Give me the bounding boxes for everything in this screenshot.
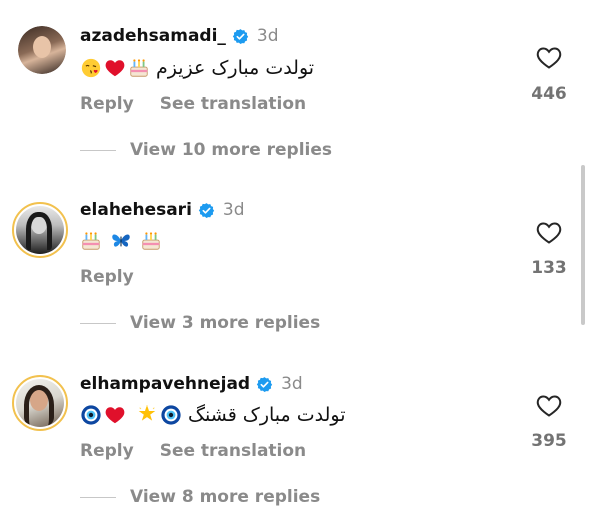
verified-badge-icon: [256, 376, 273, 393]
birthday-cake-icon: [80, 230, 102, 252]
like-count[interactable]: 133: [520, 258, 578, 278]
avatar[interactable]: [12, 202, 68, 258]
like-count[interactable]: 395: [520, 431, 578, 451]
verified-badge-icon: [232, 28, 249, 45]
divider-line: [80, 149, 116, 151]
username-row: elhampavehnejad 3d: [80, 374, 303, 394]
red-heart-icon: [104, 404, 126, 426]
view-more-label: View 8 more replies: [130, 487, 321, 507]
like-heart-icon[interactable]: [536, 221, 562, 245]
verified-badge-icon: [198, 202, 215, 219]
birthday-cake-icon: [140, 230, 162, 252]
comment-actions: Reply See translation: [80, 441, 306, 461]
view-more-replies-button[interactable]: View 10 more replies: [80, 140, 332, 160]
username[interactable]: azadehsamadi_: [80, 26, 226, 46]
kiss-emoji-icon: [80, 57, 102, 79]
view-more-replies-button[interactable]: View 3 more replies: [80, 313, 320, 333]
timestamp[interactable]: 3d: [257, 26, 279, 46]
like-heart-icon[interactable]: [536, 394, 562, 418]
comment-text: [80, 230, 162, 252]
avatar[interactable]: [18, 26, 66, 74]
comment-body: تولدت مبارک عزیزم: [156, 57, 315, 79]
reply-button[interactable]: Reply: [80, 267, 134, 287]
comment-text: تولدت مبارک قشنگ: [80, 403, 345, 427]
red-heart-icon: [104, 57, 126, 79]
comment-actions: Reply: [80, 267, 134, 287]
timestamp[interactable]: 3d: [223, 200, 245, 220]
avatar[interactable]: [12, 375, 68, 431]
see-translation-button[interactable]: See translation: [160, 441, 306, 461]
username-row: elahehesari 3d: [80, 200, 245, 220]
username[interactable]: elahehesari: [80, 200, 192, 220]
blue-butterfly-icon: [110, 230, 132, 252]
reply-button[interactable]: Reply: [80, 94, 134, 114]
glowing-star-icon: [136, 404, 158, 426]
view-more-label: View 10 more replies: [130, 140, 333, 160]
comment-body: تولدت مبارک قشنگ: [188, 404, 346, 426]
reply-button[interactable]: Reply: [80, 441, 134, 461]
divider-line: [80, 322, 116, 324]
divider-line: [80, 496, 116, 498]
timestamp[interactable]: 3d: [281, 374, 303, 394]
comment-text: تولدت مبارک عزیزم: [80, 56, 314, 80]
username-row: azadehsamadi_ 3d: [80, 26, 279, 46]
see-translation-button[interactable]: See translation: [160, 94, 306, 114]
view-more-replies-button[interactable]: View 8 more replies: [80, 487, 320, 507]
comment-actions: Reply See translation: [80, 94, 306, 114]
scrollbar[interactable]: [581, 165, 585, 325]
birthday-cake-icon: [128, 57, 150, 79]
username[interactable]: elhampavehnejad: [80, 374, 250, 394]
like-heart-icon[interactable]: [536, 46, 562, 70]
like-count[interactable]: 446: [520, 84, 578, 104]
view-more-label: View 3 more replies: [130, 313, 321, 333]
nazar-amulet-icon: [160, 404, 182, 426]
nazar-amulet-icon: [80, 404, 102, 426]
